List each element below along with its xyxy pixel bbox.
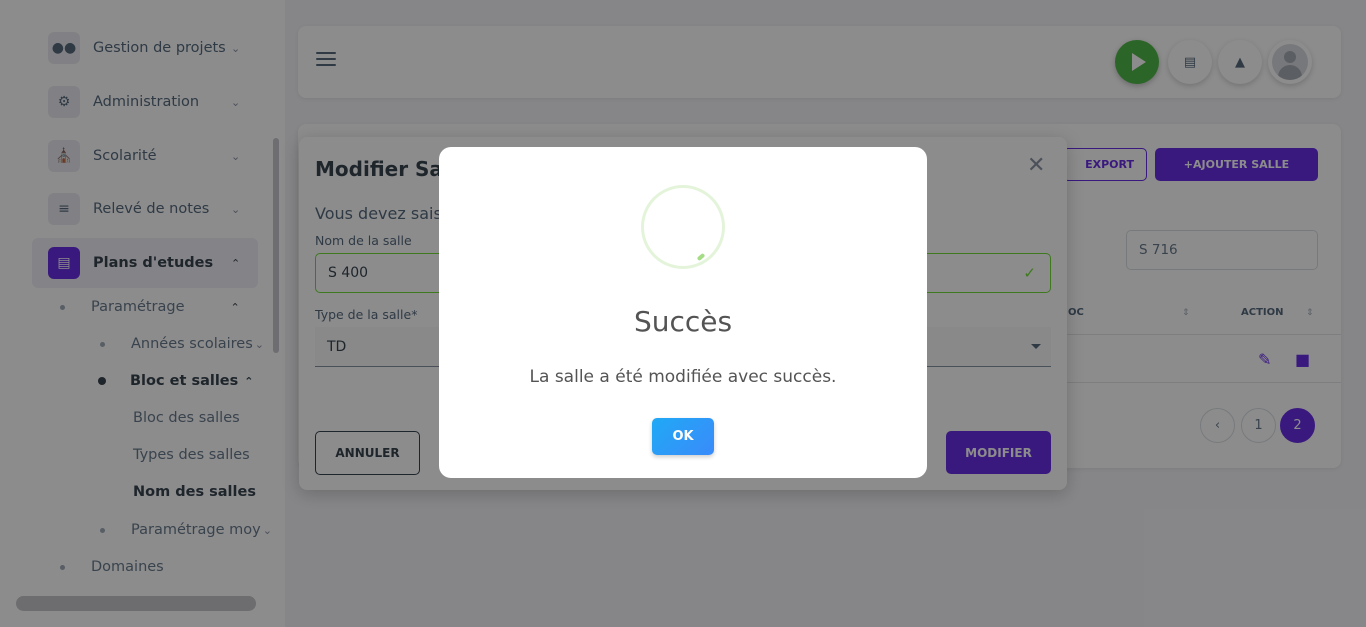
ok-button[interactable]: OK xyxy=(652,418,714,455)
dialog-message: La salle a été modifiée avec succès. xyxy=(529,367,837,387)
success-icon xyxy=(641,185,725,269)
dialog-title: Succès xyxy=(633,305,733,338)
success-dialog: Succès La salle a été modifiée avec succ… xyxy=(439,147,927,478)
